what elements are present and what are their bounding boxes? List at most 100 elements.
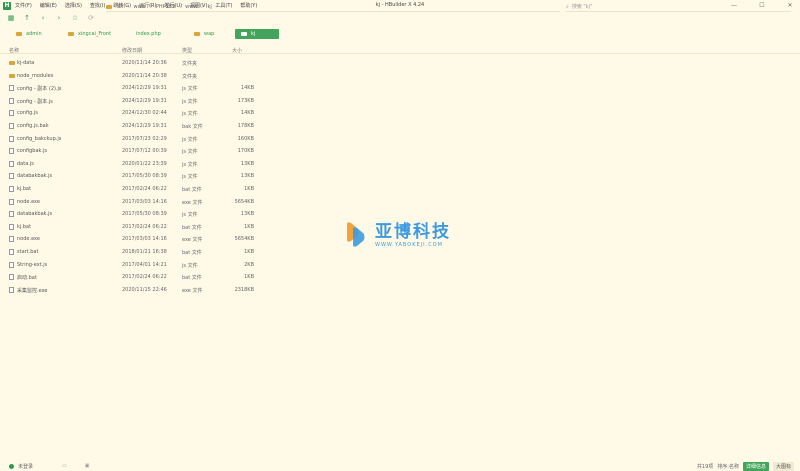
detail-view-badge[interactable]: 详细信息 <box>742 462 769 471</box>
file-size: 5654KB <box>234 198 254 205</box>
back-arrow-icon[interactable]: ‹ <box>38 14 48 22</box>
large-icon-view-badge[interactable]: 大图标 <box>772 462 794 471</box>
file-icon <box>9 173 14 180</box>
file-date: 2018/01/21 16:38 <box>122 248 167 255</box>
column-size[interactable]: 大小 <box>232 47 242 54</box>
file-icon <box>9 97 14 104</box>
file-row[interactable]: configbak.js 2017/07/12 00:39 js 文件 170KB <box>0 145 800 158</box>
file-date: 2024/12/29 19:31 <box>122 97 167 104</box>
tab-xingcai-front[interactable]: xingcai_Front <box>62 29 122 39</box>
watermark-url: WWW.YABOKEJI.COM <box>375 241 443 248</box>
path-separator: › <box>215 3 218 10</box>
file-date: 2020/11/14 20:36 <box>122 60 167 66</box>
tab-label: index.php <box>136 31 161 37</box>
column-name[interactable]: 名称 <box>9 47 19 54</box>
search-placeholder: 搜索 "kj" <box>571 4 593 10</box>
folder-icon <box>68 32 74 36</box>
tab-label: kj <box>251 31 256 37</box>
tab-label: admin <box>26 31 42 37</box>
tab-wap[interactable]: wap <box>188 29 228 39</box>
file-name: node.exe <box>17 198 40 205</box>
file-type: js 文件 <box>182 111 198 118</box>
file-row[interactable]: 采集监控.exe 2020/11/15 22:46 exe 文件 2318KB <box>0 284 800 297</box>
file-date: 2020/11/15 22:46 <box>122 286 167 293</box>
file-size: 1KB <box>244 274 254 281</box>
file-row[interactable]: config.js 2024/12/30 02:44 js 文件 14KB <box>0 107 800 120</box>
file-size: 1KB <box>244 223 254 230</box>
file-type: exe 文件 <box>182 237 203 244</box>
path-separator: › <box>179 3 182 10</box>
folder-icon <box>106 4 112 9</box>
file-icon <box>9 198 14 205</box>
star-icon[interactable]: ☆ <box>70 14 80 22</box>
file-icon <box>9 185 14 192</box>
menu-find[interactable]: 查找(I) <box>90 2 105 9</box>
file-type: bat 文件 <box>182 249 202 256</box>
file-name: 采集监控.exe <box>17 287 48 294</box>
file-type: js 文件 <box>182 174 198 181</box>
tab-kj[interactable]: kj <box>235 29 279 39</box>
path-segment[interactable]: kj <box>207 4 211 10</box>
menu-select[interactable]: 选择(S) <box>65 2 82 9</box>
path-bar[interactable]: D: › www › PHP189 › www › kj › <box>106 2 560 12</box>
file-date: 2017/07/23 02:29 <box>122 135 167 142</box>
file-name: node_modules <box>17 72 54 79</box>
file-size: 1KB <box>244 248 254 255</box>
file-row[interactable]: kj.bat 2017/02/24 06:22 bat 文件 1KB <box>0 183 800 196</box>
terminal-icon[interactable]: ▭ <box>62 463 67 469</box>
folder-icon <box>9 61 15 65</box>
file-name: 启动.bat <box>17 275 37 282</box>
forward-arrow-icon[interactable]: › <box>54 14 64 22</box>
path-segment[interactable]: PHP189 <box>156 4 175 10</box>
file-date: 2020/11/14 20:38 <box>122 72 167 79</box>
folder-icon <box>16 32 22 36</box>
file-row[interactable]: config.js.bak 2024/12/29 19:31 bak 文件 178KB <box>0 120 800 133</box>
column-type[interactable]: 类型 <box>182 47 192 54</box>
file-date: 2017/05/30 08:39 <box>122 173 167 180</box>
file-row[interactable]: data.js 2020/01/22 23:39 js 文件 13KB <box>0 158 800 171</box>
file-type: bat 文件 <box>182 186 202 193</box>
sort-mode[interactable]: 排序:名称 <box>717 463 739 470</box>
file-row[interactable]: node_modules 2020/11/14 20:38 文件夹 <box>0 70 800 83</box>
path-segment[interactable]: www <box>134 4 146 10</box>
login-status[interactable]: 未登录 <box>18 463 33 470</box>
file-name: start.bat <box>17 248 39 255</box>
file-row[interactable]: String-ext.js 2017/04/01 14:21 js 文件 2KB <box>0 259 800 272</box>
column-date[interactable]: 修改日期 <box>122 47 142 54</box>
menu-edit[interactable]: 编辑(E) <box>40 2 57 9</box>
file-row[interactable]: kj-data 2020/11/14 20:36 文件夹 <box>0 57 800 70</box>
file-name: kj.bat <box>17 223 32 230</box>
file-name: config.js.bak <box>17 122 49 129</box>
file-row[interactable]: config - 副本 (2).js 2024/12/29 19:31 js 文件 1… <box>0 82 800 95</box>
file-date: 2017/03/03 14:16 <box>122 236 167 243</box>
file-name: databakbak.js <box>17 173 53 180</box>
menu-file[interactable]: 文件(F) <box>15 2 32 9</box>
file-row[interactable]: node.exe 2017/03/03 14:16 exe 文件 5654KB <box>0 196 800 209</box>
file-row[interactable]: databakbak.js 2017/05/30 08:39 js 文件 13KB <box>0 170 800 183</box>
folder-icon <box>194 32 200 36</box>
refresh-icon[interactable]: ⟳ <box>86 14 96 22</box>
file-size: 173KB <box>237 97 254 104</box>
console-icon[interactable]: ▣ <box>85 463 90 469</box>
file-row[interactable]: config - 副本.js 2024/12/29 19:31 js 文件 173KB <box>0 95 800 108</box>
file-date: 2017/05/30 08:39 <box>122 211 167 218</box>
file-icon <box>9 274 14 281</box>
items-count: 共19项 <box>696 464 714 470</box>
tab-label: xingcai_Front <box>78 31 112 37</box>
file-date: 2020/01/22 23:39 <box>122 160 167 167</box>
file-row[interactable]: 启动.bat 2017/02/24 06:22 bat 文件 1KB <box>0 271 800 284</box>
sidebar-toggle-icon[interactable]: ▦ <box>6 14 16 22</box>
up-arrow-icon[interactable]: ↑ <box>22 14 32 22</box>
hbuilder-logo-icon: H <box>3 1 11 10</box>
file-type: js 文件 <box>182 136 198 143</box>
file-name: String-ext.js <box>17 261 48 268</box>
path-segment[interactable]: www <box>185 4 197 10</box>
path-segment[interactable]: D: <box>118 4 124 10</box>
search-icon: ⌕ <box>566 3 569 10</box>
tab-index-php[interactable]: index.php <box>130 29 180 39</box>
folder-icon <box>9 73 15 78</box>
search-input[interactable]: ⌕ 搜索 "kj" <box>566 2 791 12</box>
file-size: 14KB <box>240 85 254 92</box>
file-row[interactable]: config_bakckup.js 2017/07/23 02:29 js 文件 16… <box>0 133 800 146</box>
tab-admin[interactable]: admin <box>10 29 60 39</box>
